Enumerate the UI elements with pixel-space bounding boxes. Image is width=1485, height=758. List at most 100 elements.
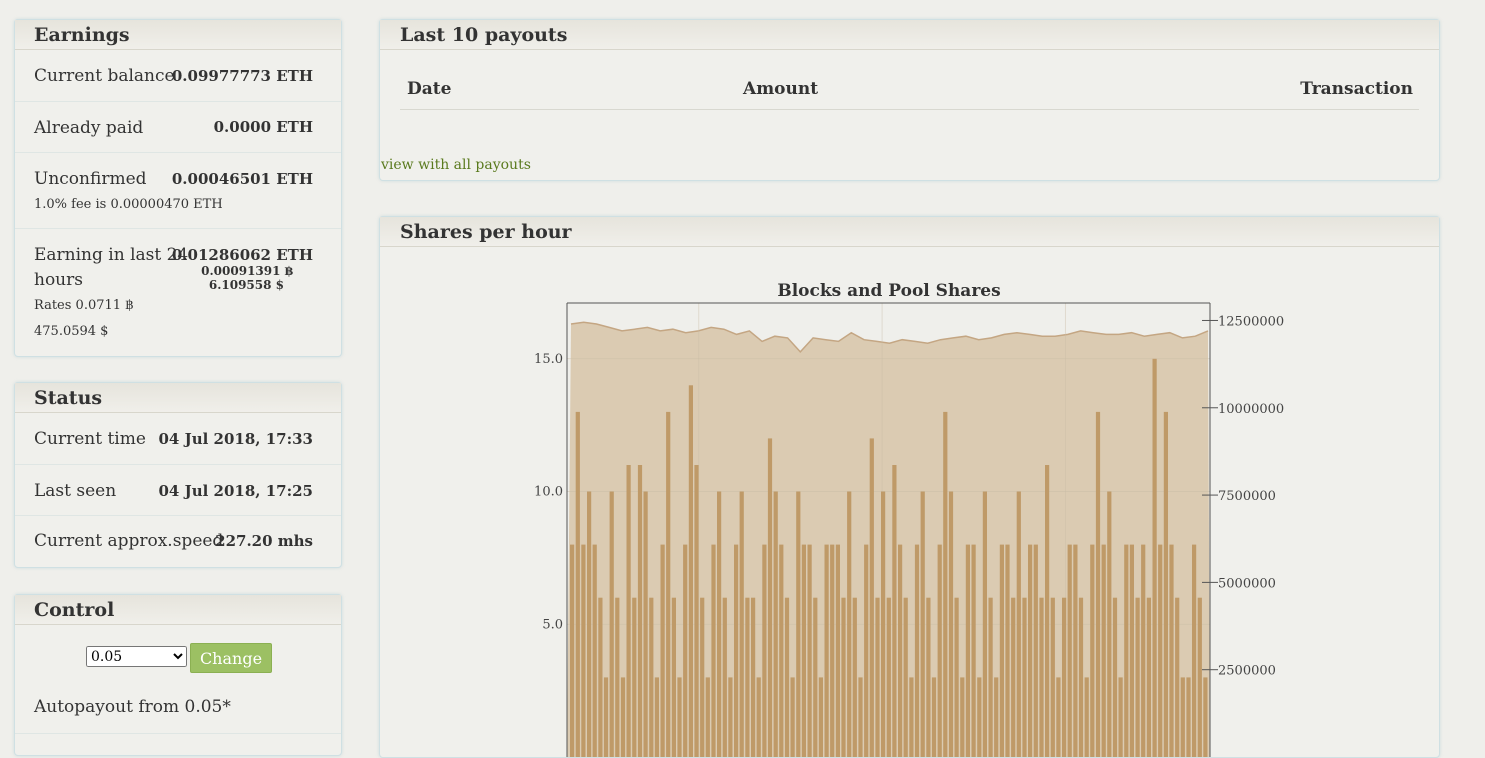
bar: [1135, 597, 1140, 757]
bar: [914, 544, 920, 757]
autopayout-text: Autopayout from 0.05*: [34, 697, 231, 717]
bar: [1028, 544, 1033, 757]
speed-value: 227.20 mhs: [215, 532, 313, 550]
unconfirmed-label: Unconfirmed: [34, 169, 147, 189]
bar: [818, 677, 823, 757]
bar: [796, 491, 801, 757]
bar: [937, 544, 942, 757]
bar: [1118, 677, 1123, 757]
bar: [903, 597, 908, 757]
bar: [886, 597, 891, 757]
right-tick-label: 10000000: [1218, 402, 1284, 417]
bar: [909, 677, 914, 757]
bar: [1141, 544, 1146, 757]
bar: [570, 544, 575, 757]
col-date-header: Date: [407, 79, 452, 99]
bar: [1129, 544, 1134, 757]
bar: [700, 597, 705, 757]
bar: [875, 597, 880, 757]
change-button[interactable]: Change: [190, 643, 272, 673]
bar: [864, 544, 869, 757]
bar: [898, 544, 903, 757]
status-title: Status: [15, 383, 341, 413]
col-amount-header: Amount: [743, 79, 819, 99]
last24-label-line2: hours: [34, 270, 83, 290]
bar: [801, 544, 806, 757]
bar: [739, 491, 744, 757]
payout-threshold-select[interactable]: 0.05: [86, 646, 187, 667]
shares-chart: Blocks and Pool Shares 5.0 10.0 15.0 250000…: [534, 281, 1284, 757]
bar: [807, 544, 812, 757]
view-all-payouts-link[interactable]: view with all payouts: [381, 157, 531, 173]
bar: [683, 544, 688, 757]
last24-row: Earning in last 24 hours 0.01286062 ETH …: [15, 229, 341, 354]
left-tick-label: 10.0: [534, 485, 563, 500]
bar: [688, 385, 693, 757]
payouts-panel: Last 10 payouts Date Amount Transaction …: [379, 19, 1440, 181]
rates-btc: Rates 0.0711 ฿: [34, 298, 134, 313]
bar: [1175, 597, 1180, 757]
payouts-table-header: Date Amount Transaction: [400, 76, 1419, 110]
bar: [745, 597, 750, 757]
col-transaction-header: Transaction: [1300, 79, 1413, 99]
shares-panel: Shares per hour Blocks and Pool Shares 5…: [379, 216, 1440, 758]
bar: [1045, 465, 1050, 757]
bar: [637, 465, 643, 757]
bar: [728, 677, 733, 757]
bar: [999, 544, 1004, 757]
bar: [835, 544, 840, 757]
bar: [598, 597, 603, 757]
bar: [1084, 677, 1089, 757]
bar: [1203, 677, 1208, 757]
bar: [711, 544, 716, 757]
status-panel: Status Current time 04 Jul 2018, 17:33 L…: [14, 382, 342, 568]
left-tick-label: 5.0: [542, 617, 563, 632]
bar: [773, 491, 778, 757]
bar: [977, 677, 982, 757]
last24-eth-value: 0.01286062 ETH: [171, 246, 313, 264]
fee-note: 1.0% fee is 0.00000470 ETH: [34, 197, 223, 212]
bar: [592, 544, 597, 757]
bar: [1062, 597, 1067, 757]
last24-label-line1: Earning in last 24: [34, 245, 189, 265]
bar: [841, 597, 846, 757]
bar: [1124, 544, 1129, 757]
bar: [575, 411, 580, 757]
payouts-title: Last 10 payouts: [380, 20, 1439, 50]
bar: [926, 597, 931, 757]
current-balance-row: Current balance 0.09977773 ETH: [15, 50, 341, 102]
already-paid-row: Already paid 0.0000 ETH: [15, 102, 341, 153]
bar: [1005, 544, 1010, 757]
right-tick-label: 5000000: [1218, 576, 1276, 591]
bar: [1101, 544, 1106, 757]
bar: [751, 597, 756, 757]
bar: [948, 491, 954, 757]
bar: [654, 677, 659, 757]
bar: [756, 677, 761, 757]
last-seen-row: Last seen 04 Jul 2018, 17:25: [15, 465, 341, 516]
bar: [1050, 597, 1055, 757]
bar: [943, 411, 948, 757]
bar: [660, 544, 665, 757]
bar: [1107, 491, 1112, 757]
bar: [722, 597, 727, 757]
bar: [790, 677, 795, 757]
control-title: Control: [15, 595, 341, 625]
shares-title: Shares per hour: [380, 217, 1439, 247]
bar: [1090, 544, 1095, 757]
bar: [830, 544, 835, 757]
unconfirmed-value: 0.00046501 ETH: [171, 170, 313, 188]
bar: [1078, 597, 1084, 757]
bar: [858, 677, 863, 757]
bar: [965, 544, 970, 757]
bar: [1163, 411, 1168, 757]
bar: [994, 677, 999, 757]
bar: [1197, 597, 1202, 757]
current-time-row: Current time 04 Jul 2018, 17:33: [15, 413, 341, 465]
bar: [643, 491, 648, 757]
rates-usd: 475.0594 $: [34, 324, 109, 339]
bar: [1056, 677, 1061, 757]
current-time-label: Current time: [34, 429, 146, 449]
bar: [717, 491, 722, 757]
current-balance-label: Current balance: [34, 66, 175, 86]
